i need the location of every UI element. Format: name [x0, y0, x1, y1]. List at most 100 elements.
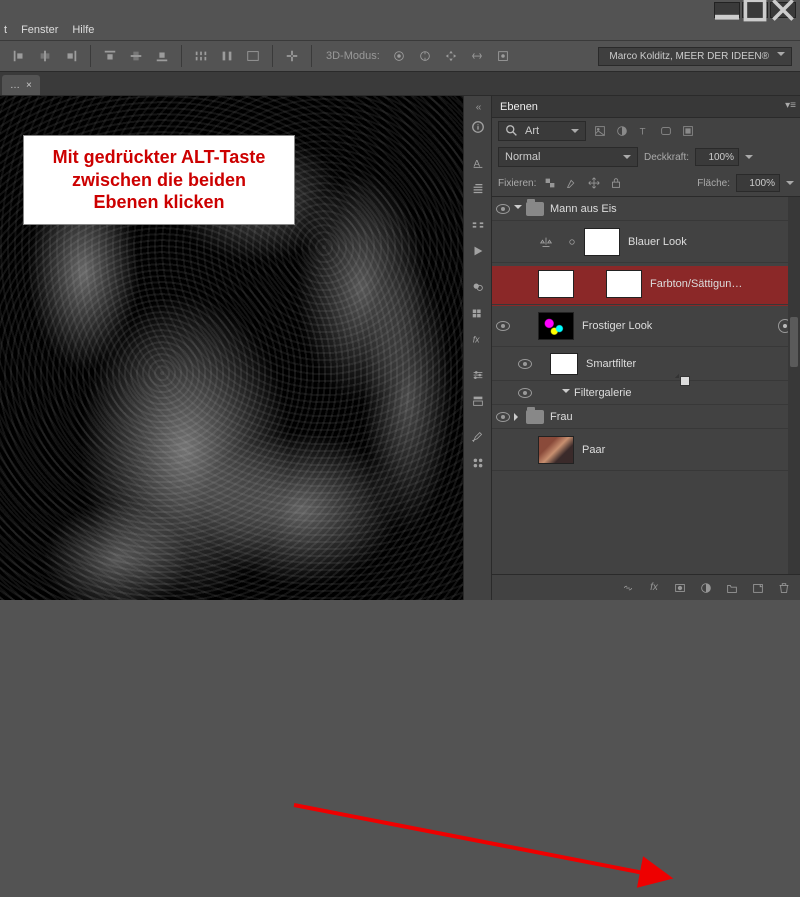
align-left-icon[interactable] [8, 45, 30, 67]
new-group-icon[interactable] [724, 580, 740, 596]
fx-icon[interactable]: fx [646, 580, 662, 596]
document-tab[interactable]: … × [2, 75, 40, 95]
layer-mask-thumb[interactable] [606, 270, 642, 298]
lock-all-icon[interactable] [608, 175, 624, 191]
distribute-top-icon[interactable] [99, 45, 121, 67]
layer-smartfilter[interactable]: Smartfilter [492, 347, 800, 381]
zoom-icon[interactable] [492, 45, 514, 67]
menu-item[interactable]: t [4, 24, 7, 36]
menu-item-fenster[interactable]: Fenster [21, 24, 58, 36]
lock-transparency-icon[interactable] [542, 175, 558, 191]
layer-filtergalerie[interactable]: Filtergalerie [492, 381, 800, 405]
layer-thumb[interactable] [538, 436, 574, 464]
new-layer-icon[interactable] [750, 580, 766, 596]
visibility-toggle[interactable] [492, 204, 514, 214]
lock-position-icon[interactable] [586, 175, 602, 191]
swatches-panel-icon[interactable] [467, 302, 489, 324]
visibility-toggle[interactable] [514, 388, 536, 398]
character-panel-icon[interactable]: A [467, 152, 489, 174]
minimize-button[interactable] [714, 2, 740, 18]
properties-panel-icon[interactable] [467, 390, 489, 412]
roll-icon[interactable] [414, 45, 436, 67]
filter-pixel-icon[interactable] [592, 123, 608, 139]
opacity-value[interactable]: 100% [695, 148, 739, 166]
panel-tab-ebenen[interactable]: Ebenen ▾≡ [492, 96, 800, 118]
layer-farbton[interactable]: Farbton/Sättigun… [492, 263, 800, 305]
layer-name[interactable]: Smartfilter [586, 358, 636, 370]
distribute-right-icon[interactable] [242, 45, 264, 67]
layer-filter-type[interactable] [498, 121, 586, 141]
link-icon[interactable] [566, 236, 578, 248]
filter-adjustment-icon[interactable] [614, 123, 630, 139]
filter-smart-icon[interactable] [680, 123, 696, 139]
link-icon[interactable] [588, 278, 600, 290]
layer-name[interactable]: Farbton/Sättigun… [650, 278, 742, 290]
layer-name[interactable]: Filtergalerie [574, 387, 631, 399]
blend-mode-select[interactable]: Normal [498, 147, 638, 167]
visibility-toggle[interactable] [492, 321, 514, 331]
layer-blauer-look[interactable]: Blauer Look [492, 221, 800, 263]
close-button[interactable] [770, 2, 796, 18]
align-right-icon[interactable] [60, 45, 82, 67]
filter-mask-thumb[interactable] [550, 353, 578, 375]
layer-name[interactable]: Paar [582, 444, 605, 456]
layer-paar[interactable]: Paar [492, 429, 800, 471]
color-panel-icon[interactable] [467, 276, 489, 298]
layer-group-mann-aus-eis[interactable]: Mann aus Eis [492, 197, 800, 221]
layer-name[interactable]: Mann aus Eis [550, 203, 617, 215]
distribute-bottom-icon[interactable] [151, 45, 173, 67]
mode3d-label: 3D-Modus: [326, 50, 380, 62]
layer-scrollbar[interactable] [788, 197, 800, 574]
slide-icon[interactable] [466, 45, 488, 67]
navigator-panel-icon[interactable] [467, 214, 489, 236]
close-tab-icon[interactable]: × [26, 80, 32, 91]
distribute-vcenter-icon[interactable] [125, 45, 147, 67]
visibility-toggle[interactable] [492, 279, 514, 289]
lock-pixels-icon[interactable] [564, 175, 580, 191]
distribute-hcenter-icon[interactable] [216, 45, 238, 67]
pan-icon[interactable] [440, 45, 462, 67]
layer-name[interactable]: Frau [550, 411, 573, 423]
align-center-h-icon[interactable] [34, 45, 56, 67]
adjustment-thumb[interactable] [538, 270, 574, 298]
layer-thumb[interactable] [538, 312, 574, 340]
mask-icon[interactable] [672, 580, 688, 596]
layer-mask-thumb[interactable] [584, 228, 620, 256]
trash-icon[interactable] [776, 580, 792, 596]
layer-filter-row: T [492, 118, 800, 144]
distribute-left-icon[interactable] [190, 45, 212, 67]
filter-shape-icon[interactable] [658, 123, 674, 139]
fill-chevron-icon[interactable] [786, 181, 794, 189]
info-panel-icon[interactable] [467, 116, 489, 138]
paragraph-panel-icon[interactable] [467, 178, 489, 200]
brush-panel-icon[interactable] [467, 426, 489, 448]
orbit-icon[interactable] [388, 45, 410, 67]
layer-group-frau[interactable]: Frau [492, 405, 800, 429]
disclosure-icon[interactable] [514, 205, 522, 213]
maximize-button[interactable] [742, 2, 768, 18]
disclosure-icon[interactable] [514, 413, 522, 421]
disclosure-icon[interactable] [562, 389, 570, 397]
options-bar: 3D-Modus: Marco Kolditz, MEER DER IDEEN® [0, 40, 800, 72]
filter-type-icon[interactable]: T [636, 123, 652, 139]
opacity-chevron-icon[interactable] [745, 155, 753, 163]
brush-presets-panel-icon[interactable] [467, 452, 489, 474]
expand-dock-icon[interactable] [464, 102, 491, 112]
filter-type-value[interactable] [525, 125, 565, 137]
layer-frostiger-look[interactable]: Frostiger Look [492, 305, 800, 347]
adjustment-layer-icon[interactable] [698, 580, 714, 596]
visibility-toggle[interactable] [492, 412, 514, 422]
auto-align-icon[interactable] [281, 45, 303, 67]
adjustments-panel-icon[interactable] [467, 364, 489, 386]
link-layers-icon[interactable] [620, 580, 636, 596]
layer-name[interactable]: Frostiger Look [582, 320, 652, 332]
menu-item-hilfe[interactable]: Hilfe [72, 24, 94, 36]
play-panel-icon[interactable] [467, 240, 489, 262]
styles-panel-icon[interactable]: fx [467, 328, 489, 350]
visibility-toggle[interactable] [514, 359, 536, 369]
visibility-toggle[interactable] [492, 237, 514, 247]
workspace-selector[interactable]: Marco Kolditz, MEER DER IDEEN® [598, 47, 792, 66]
layer-name[interactable]: Blauer Look [628, 236, 687, 248]
panel-menu-icon[interactable]: ▾≡ [785, 100, 796, 111]
fill-value[interactable]: 100% [736, 174, 780, 192]
